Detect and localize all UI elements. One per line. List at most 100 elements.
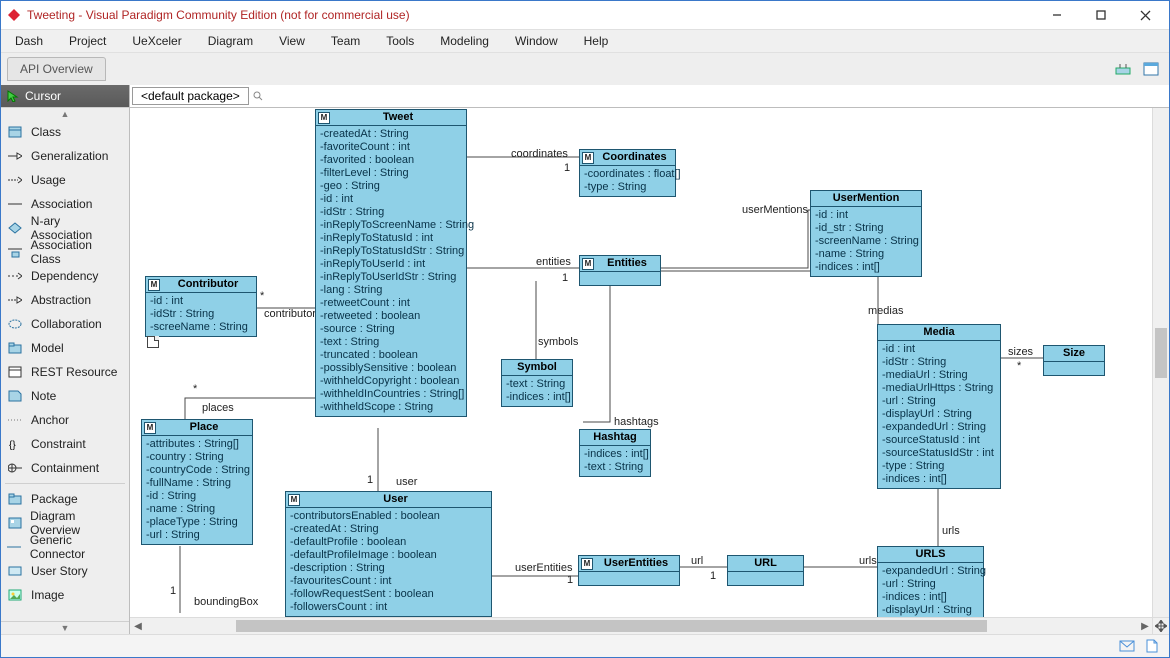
class-entities[interactable]: MEntities	[579, 255, 661, 286]
menu-window[interactable]: Window	[515, 34, 558, 48]
menu-project[interactable]: Project	[69, 34, 106, 48]
mult-star: *	[260, 290, 264, 302]
palette-generic-connector[interactable]: Generic Connector	[1, 535, 129, 559]
palette-anchor[interactable]: Anchor	[1, 408, 129, 432]
tab-api-overview[interactable]: API Overview	[7, 57, 106, 81]
palette-generalization[interactable]: Generalization	[1, 144, 129, 168]
diagram-canvas[interactable]: coordinates 1 * contributors * places 1 …	[130, 108, 1153, 618]
class-coordinates[interactable]: MCoordinates -coordinates : float[]-type…	[579, 149, 676, 197]
palette-collaboration[interactable]: Collaboration	[1, 312, 129, 336]
tab-bar: API Overview	[1, 53, 1169, 85]
palette-dependency[interactable]: Dependency	[1, 264, 129, 288]
menu-modeling[interactable]: Modeling	[440, 34, 489, 48]
menu-team[interactable]: Team	[331, 34, 360, 48]
class-symbol[interactable]: Symbol -text : String-indices : int[]	[501, 359, 573, 407]
palette-user-story[interactable]: User Story	[1, 559, 129, 583]
menubar: Dash Project UeXceler Diagram View Team …	[1, 29, 1169, 53]
class-url[interactable]: URL	[727, 555, 804, 586]
assoc-usermentions: userMentions	[742, 204, 808, 216]
pan-handle[interactable]	[1152, 617, 1169, 634]
assoc-urls2: urls	[859, 555, 877, 567]
class-userentities[interactable]: MUserEntities	[578, 555, 680, 586]
class-tweet[interactable]: MTweet -createdAt : String-favoriteCount…	[315, 109, 467, 417]
note-icon	[147, 336, 159, 348]
class-tweet-attrs: -createdAt : String-favoriteCount : int-…	[316, 126, 466, 416]
breadcrumb: <default package>	[130, 85, 1169, 108]
class-place[interactable]: MPlace -attributes : String[]-country : …	[141, 419, 253, 545]
mail-icon[interactable]	[1119, 640, 1135, 652]
palette-collapse-up[interactable]: ▲	[1, 107, 129, 120]
cursor-icon	[7, 90, 19, 102]
palette-model[interactable]: Model	[1, 336, 129, 360]
editor: <default package>	[130, 85, 1169, 634]
mult-1e: 1	[562, 272, 568, 284]
mult-1p: 1	[170, 585, 176, 597]
palette-collapse-down[interactable]: ▼	[1, 621, 129, 634]
class-urls[interactable]: URLS -expandedUrl : String-url : String-…	[877, 546, 984, 618]
window-icon[interactable]	[1139, 57, 1163, 81]
class-user[interactable]: MUser -contributorsEnabled : boolean-cre…	[285, 491, 492, 617]
assoc-user: user	[396, 476, 417, 488]
assoc-coordinates: coordinates	[511, 148, 568, 160]
mult-1ue: 1	[567, 574, 573, 586]
palette-class[interactable]: Class	[1, 120, 129, 144]
vertical-scrollbar[interactable]	[1152, 108, 1169, 618]
window-title-text: Tweeting - Visual Paradigm Community Edi…	[27, 8, 410, 22]
assoc-url: url	[691, 555, 703, 567]
class-hashtag[interactable]: Hashtag -indices : int[]-text : String	[579, 429, 651, 477]
palette-abstraction[interactable]: Abstraction	[1, 288, 129, 312]
statusbar	[1, 634, 1169, 657]
breadcrumb-package[interactable]: <default package>	[132, 87, 249, 105]
class-size[interactable]: Size	[1043, 345, 1105, 376]
assoc-boundingbox: boundingBox	[194, 596, 258, 608]
layout-icon[interactable]	[1111, 57, 1135, 81]
palette-usage[interactable]: Usage	[1, 168, 129, 192]
palette-nary-association[interactable]: N-ary Association	[1, 216, 129, 240]
menu-help[interactable]: Help	[584, 34, 609, 48]
menu-dash[interactable]: Dash	[15, 34, 43, 48]
palette-rest-resource[interactable]: REST Resource	[1, 360, 129, 384]
palette-diagram-overview[interactable]: Diagram Overview	[1, 511, 129, 535]
window-title: Tweeting - Visual Paradigm Community Edi…	[7, 8, 1035, 22]
mult-1: 1	[564, 162, 570, 174]
assoc-places: places	[202, 402, 234, 414]
palette-association-class[interactable]: Association Class	[1, 240, 129, 264]
app-window: Tweeting - Visual Paradigm Community Edi…	[0, 0, 1170, 658]
app-icon	[7, 8, 21, 22]
menu-view[interactable]: View	[279, 34, 305, 48]
search-icon[interactable]	[253, 91, 263, 101]
menu-uexceler[interactable]: UeXceler	[132, 34, 181, 48]
palette-containment[interactable]: Containment	[1, 456, 129, 480]
mult-1url: 1	[710, 570, 716, 582]
titlebar: Tweeting - Visual Paradigm Community Edi…	[1, 1, 1169, 29]
palette-image[interactable]: Image	[1, 583, 129, 607]
close-button[interactable]	[1123, 1, 1167, 29]
assoc-medias: medias	[868, 305, 903, 317]
maximize-button[interactable]	[1079, 1, 1123, 29]
assoc-urls1: urls	[942, 525, 960, 537]
palette-note[interactable]: Note	[1, 384, 129, 408]
canvas-area: coordinates 1 * contributors * places 1 …	[130, 108, 1169, 634]
menu-tools[interactable]: Tools	[386, 34, 414, 48]
assoc-contributors: contributors	[264, 308, 321, 320]
minimize-button[interactable]	[1035, 1, 1079, 29]
note-status-icon[interactable]	[1145, 639, 1159, 653]
assoc-sizes: sizes	[1008, 346, 1033, 358]
class-usermention[interactable]: UserMention -id : int-id_str : String-sc…	[810, 190, 922, 277]
menu-diagram[interactable]: Diagram	[208, 34, 253, 48]
horizontal-scrollbar[interactable]: ◀▶	[130, 617, 1153, 634]
palette-cursor[interactable]: Cursor	[1, 85, 129, 107]
class-contributor[interactable]: MContributor -id : int-idStr : String-sc…	[145, 276, 257, 337]
palette-association[interactable]: Association	[1, 192, 129, 216]
mult-1u: 1	[367, 474, 373, 486]
palette-items: Class Generalization Usage Association N…	[1, 120, 129, 621]
tool-palette: Cursor ▲ Class Generalization Usage Asso…	[1, 85, 130, 634]
class-media[interactable]: Media -id : int-idStr : String-mediaUrl …	[877, 324, 1001, 489]
svg-text:{}: {}	[9, 440, 16, 450]
assoc-symbols: symbols	[538, 336, 578, 348]
assoc-entities: entities	[536, 256, 571, 268]
assoc-hashtags: hashtags	[614, 416, 659, 428]
palette-package[interactable]: Package	[1, 487, 129, 511]
palette-constraint[interactable]: {}Constraint	[1, 432, 129, 456]
assoc-userentities: userEntities	[515, 562, 572, 574]
